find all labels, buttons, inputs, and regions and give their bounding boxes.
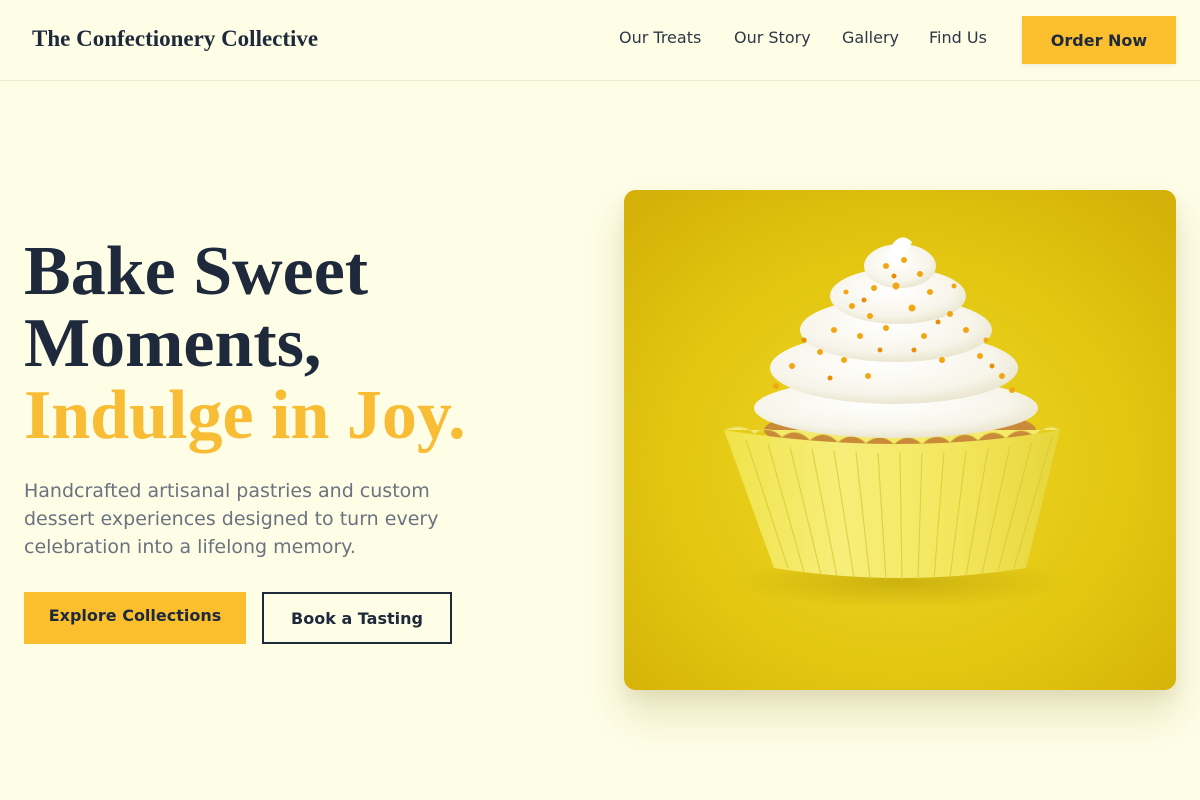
headline-accent: Indulge in Joy.	[24, 377, 466, 454]
explore-collections-button[interactable]: Explore Collections	[24, 592, 246, 644]
hero-cupcake-image	[624, 190, 1176, 690]
nav-find-us[interactable]: Find Us	[929, 28, 987, 47]
main-nav: Our Treats Our Story Gallery Find Us	[0, 28, 1200, 50]
headline-line-1: Bake Sweet	[24, 233, 369, 310]
order-now-button[interactable]: Order Now	[1022, 16, 1176, 64]
nav-our-treats[interactable]: Our Treats	[619, 28, 701, 47]
hero-headline: Bake Sweet Moments, Indulge in Joy.	[24, 236, 466, 452]
nav-gallery[interactable]: Gallery	[842, 28, 899, 47]
hero-subtext: Handcrafted artisanal pastries and custo…	[24, 480, 439, 558]
nav-our-story[interactable]: Our Story	[734, 28, 811, 47]
book-tasting-button[interactable]: Book a Tasting	[262, 592, 452, 644]
site-header: The Confectionery Collective Our Treats …	[0, 0, 1200, 81]
headline-line-2: Moments,	[24, 305, 322, 382]
